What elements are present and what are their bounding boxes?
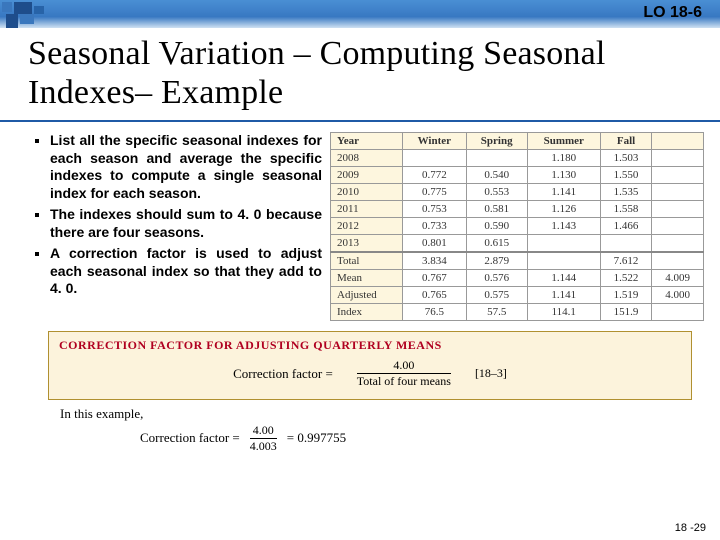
example-numerator: 4.00: [253, 424, 274, 437]
lo-code: LO 18-6: [643, 4, 702, 22]
table-row-total: Total3.8342.8797.612: [331, 252, 704, 270]
formula-numerator: 4.00: [393, 359, 414, 372]
data-table-wrap: Year Winter Spring Summer Fall 20081.180…: [330, 132, 704, 321]
correction-factor-box: CORRECTION FACTOR FOR ADJUSTING QUARTERL…: [48, 331, 692, 399]
example-denominator: 4.003: [250, 440, 277, 453]
bullet-list: List all the specific seasonal indexes f…: [32, 132, 322, 321]
col-fall: Fall: [600, 133, 652, 150]
page-number: 18 -29: [675, 522, 706, 534]
example-computation: Correction factor = 4.00 4.003 = 0.99775…: [140, 424, 720, 453]
formula-label: Correction factor =: [233, 366, 333, 382]
col-year: Year: [331, 133, 403, 150]
table-row: 20090.7720.5401.1301.550: [331, 167, 704, 184]
bullet-item: List all the specific seasonal indexes f…: [50, 132, 322, 202]
table-row-adjusted: Adjusted0.7650.5751.1411.5194.000: [331, 287, 704, 304]
example-fraction: 4.00 4.003: [250, 424, 277, 453]
table-row-mean: Mean0.7670.5761.1441.5224.009: [331, 270, 704, 287]
bullet-item: The indexes should sum to 4. 0 because t…: [50, 206, 322, 241]
table-row: 20130.8010.615: [331, 235, 704, 253]
table-row: 20100.7750.5531.1411.535: [331, 184, 704, 201]
col-summer: Summer: [527, 133, 600, 150]
seasonal-index-table: Year Winter Spring Summer Fall 20081.180…: [330, 132, 704, 321]
slide-title: Seasonal Variation – Computing Seasonal …: [0, 28, 720, 122]
formula-heading: CORRECTION FACTOR FOR ADJUSTING QUARTERL…: [59, 338, 681, 353]
formula-fraction: 4.00 Total of four means: [357, 359, 451, 388]
table-row: 20110.7530.5811.1261.558: [331, 201, 704, 218]
col-extra: [652, 133, 704, 150]
table-row: 20081.1801.503: [331, 150, 704, 167]
col-winter: Winter: [403, 133, 466, 150]
table-row-index: Index76.557.5114.1151.9: [331, 304, 704, 321]
example-label: Correction factor =: [140, 430, 240, 446]
bullet-item: A correction factor is used to adjust ea…: [50, 245, 322, 298]
header-band: LO 18-6: [0, 0, 720, 28]
formula-denominator: Total of four means: [357, 375, 451, 388]
logo-icon: [0, 0, 80, 40]
example-result: = 0.997755: [287, 430, 346, 446]
example-intro: In this example,: [60, 406, 720, 422]
content-area: List all the specific seasonal indexes f…: [0, 122, 720, 321]
col-spring: Spring: [466, 133, 527, 150]
formula-ref: [18–3]: [475, 366, 507, 381]
table-row: 20120.7330.5901.1431.466: [331, 218, 704, 235]
